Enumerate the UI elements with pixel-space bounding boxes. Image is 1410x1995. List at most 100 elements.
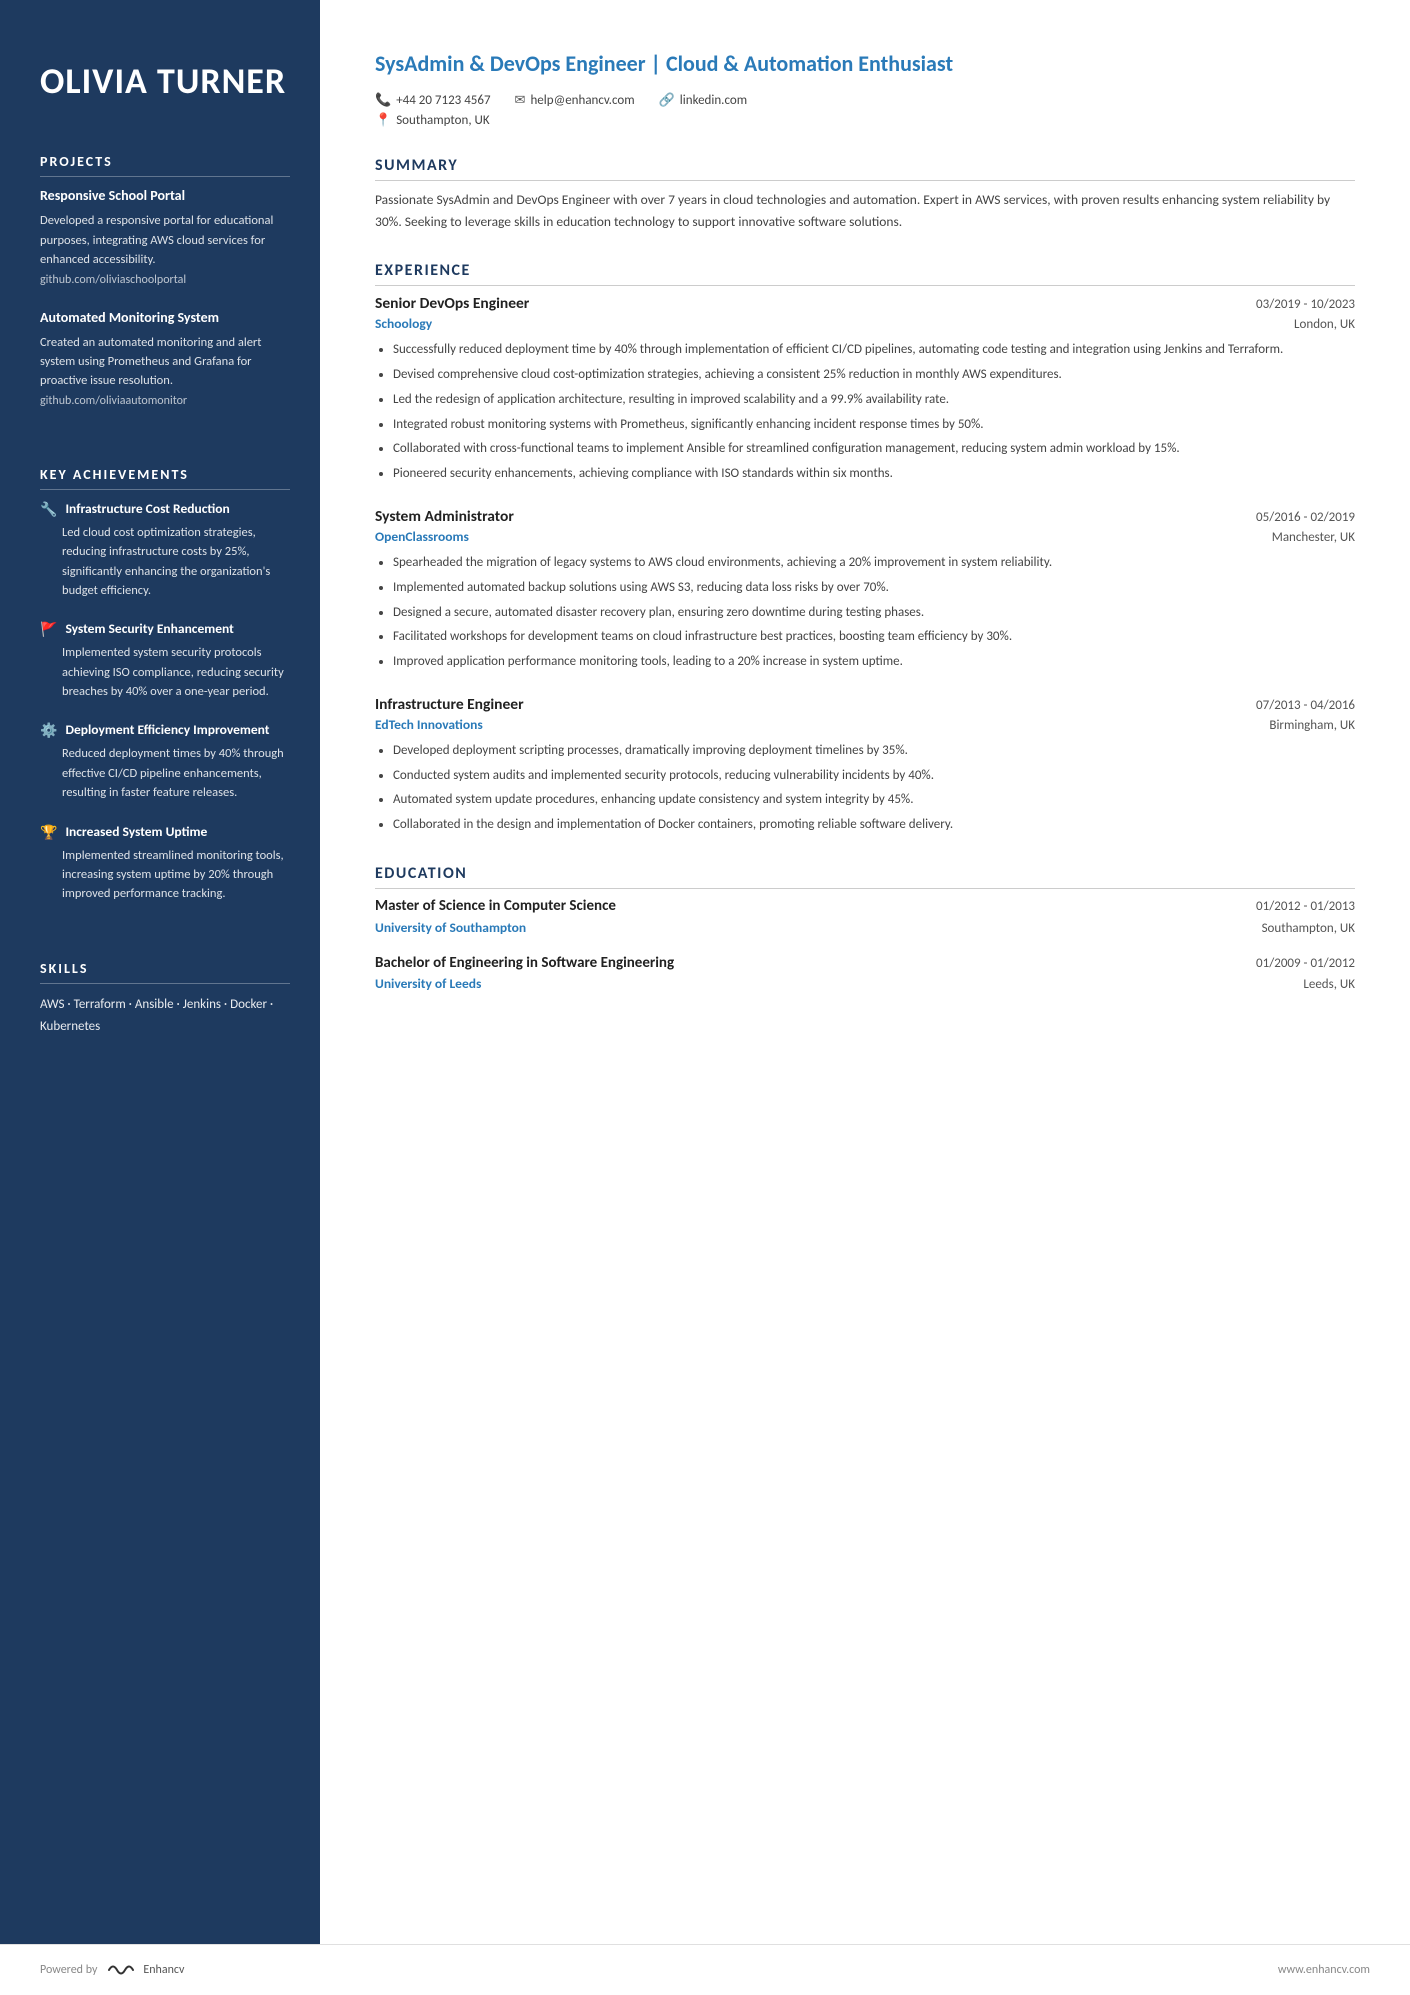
exp-role-2: System Administrator — [375, 507, 514, 526]
edu-dates-2: 01/2009 - 01/2012 — [1256, 956, 1355, 971]
project-link-2: github.com/oliviaautomonitor — [40, 394, 290, 408]
exp-role-1: Senior DevOps Engineer — [375, 294, 529, 313]
achievement-item-2: 🚩 System Security Enhancement Implemente… — [40, 620, 290, 701]
exp-location-1: London, UK — [1294, 317, 1355, 332]
skills-title: SKILLS — [40, 960, 290, 984]
bullet: Devised comprehensive cloud cost-optimiz… — [393, 365, 1355, 386]
achievement-item-4: 🏆 Increased System Uptime Implemented st… — [40, 823, 290, 904]
exp-location-3: Birmingham, UK — [1269, 718, 1355, 733]
education-title: EDUCATION — [375, 864, 1355, 889]
main-content: SysAdmin & DevOps Engineer | Cloud & Aut… — [320, 0, 1410, 1944]
experience-section: EXPERIENCE Senior DevOps Engineer 03/201… — [375, 261, 1355, 836]
phone-icon: 📞 — [375, 93, 391, 108]
exp-location-2: Manchester, UK — [1272, 530, 1355, 545]
job-title: SysAdmin & DevOps Engineer | Cloud & Aut… — [375, 50, 1355, 79]
achievement-item-1: 🔧 Infrastructure Cost Reduction Led clou… — [40, 500, 290, 601]
exp-company-2: OpenClassrooms — [375, 528, 469, 545]
project-link-1: github.com/oliviaschoolportal — [40, 273, 290, 287]
bullet: Implemented automated backup solutions u… — [393, 578, 1355, 599]
exp-role-3: Infrastructure Engineer — [375, 695, 524, 714]
sidebar: OLIVIA TURNER PROJECTS Responsive School… — [0, 0, 320, 1944]
edu-school-2: University of Leeds — [375, 975, 481, 992]
project-desc-2: Created an automated monitoring and aler… — [40, 333, 290, 391]
bullet: Developed deployment scripting processes… — [393, 741, 1355, 762]
footer-website: www.enhancv.com — [1278, 1963, 1370, 1977]
flag-icon: 🚩 — [40, 621, 57, 638]
bullet: Pioneered security enhancements, achievi… — [393, 464, 1355, 485]
exp-item-1: Senior DevOps Engineer 03/2019 - 10/2023… — [375, 294, 1355, 485]
phone-contact: 📞 +44 20 7123 4567 — [375, 93, 491, 108]
achievement-title-2: System Security Enhancement — [65, 620, 233, 638]
achievements-section: KEY ACHIEVEMENTS 🔧 Infrastructure Cost R… — [40, 466, 290, 924]
bullet: Integrated robust monitoring systems wit… — [393, 415, 1355, 436]
exp-item-2: System Administrator 05/2016 - 02/2019 O… — [375, 507, 1355, 673]
candidate-name: OLIVIA TURNER — [40, 60, 290, 103]
contact-row: 📞 +44 20 7123 4567 ✉ help@enhancv.com 🔗 … — [375, 93, 1355, 108]
location-text: Southampton, UK — [396, 113, 489, 128]
projects-title: PROJECTS — [40, 153, 290, 177]
location-row: 📍 Southampton, UK — [375, 113, 1355, 128]
bullet: Collaborated with cross-functional teams… — [393, 439, 1355, 460]
bullet: Successfully reduced deployment time by … — [393, 340, 1355, 361]
edu-dates-1: 01/2012 - 01/2013 — [1256, 899, 1355, 914]
bullet: Facilitated workshops for development te… — [393, 627, 1355, 648]
exp-bullets-1: Successfully reduced deployment time by … — [375, 340, 1355, 485]
summary-title: SUMMARY — [375, 156, 1355, 181]
bullet: Improved application performance monitor… — [393, 652, 1355, 673]
achievement-title-3: Deployment Efficiency Improvement — [65, 721, 269, 739]
edu-location-2: Leeds, UK — [1303, 977, 1355, 992]
exp-dates-3: 07/2013 - 04/2016 — [1256, 698, 1355, 713]
edu-location-1: Southampton, UK — [1262, 921, 1355, 936]
phone-text: +44 20 7123 4567 — [396, 93, 490, 108]
exp-item-3: Infrastructure Engineer 07/2013 - 04/201… — [375, 695, 1355, 836]
summary-section: SUMMARY Passionate SysAdmin and DevOps E… — [375, 156, 1355, 234]
email-contact: ✉ help@enhancv.com — [515, 93, 635, 108]
edu-item-1: Master of Science in Computer Science 01… — [375, 897, 1355, 936]
main-header: SysAdmin & DevOps Engineer | Cloud & Aut… — [375, 50, 1355, 128]
project-desc-1: Developed a responsive portal for educat… — [40, 211, 290, 269]
email-icon: ✉ — [515, 93, 526, 108]
bullet: Collaborated in the design and implement… — [393, 815, 1355, 836]
education-section: EDUCATION Master of Science in Computer … — [375, 864, 1355, 992]
project-title-1: Responsive School Portal — [40, 187, 290, 205]
project-item-1: Responsive School Portal Developed a res… — [40, 187, 290, 286]
skills-section: SKILLS AWS · Terraform · Ansible · Jenki… — [40, 960, 290, 1038]
email-text: help@enhancv.com — [530, 93, 634, 108]
project-title-2: Automated Monitoring System — [40, 309, 290, 327]
exp-bullets-3: Developed deployment scripting processes… — [375, 741, 1355, 836]
gear-icon: ⚙️ — [40, 722, 57, 739]
exp-dates-2: 05/2016 - 02/2019 — [1256, 510, 1355, 525]
edu-item-2: Bachelor of Engineering in Software Engi… — [375, 954, 1355, 993]
footer-left: Powered by Enhancv — [40, 1961, 184, 1979]
logo-svg — [105, 1961, 137, 1979]
achievements-title: KEY ACHIEVEMENTS — [40, 466, 290, 490]
powered-by-text: Powered by — [40, 1963, 97, 1977]
location-icon: 📍 — [375, 113, 391, 128]
exp-dates-1: 03/2019 - 10/2023 — [1256, 297, 1355, 312]
edu-degree-1: Master of Science in Computer Science — [375, 897, 616, 917]
location-contact: 📍 Southampton, UK — [375, 113, 490, 128]
achievement-item-3: ⚙️ Deployment Efficiency Improvement Red… — [40, 721, 290, 802]
summary-text: Passionate SysAdmin and DevOps Engineer … — [375, 189, 1355, 234]
brand-name: Enhancv — [143, 1963, 184, 1977]
skills-list: AWS · Terraform · Ansible · Jenkins · Do… — [40, 994, 290, 1038]
achievement-desc-1: Led cloud cost optimization strategies, … — [40, 523, 290, 601]
edu-degree-2: Bachelor of Engineering in Software Engi… — [375, 954, 674, 974]
footer: Powered by Enhancv www.enhancv.com — [0, 1944, 1410, 1995]
achievement-desc-4: Implemented streamlined monitoring tools… — [40, 846, 290, 904]
bullet: Conducted system audits and implemented … — [393, 766, 1355, 787]
bullet: Designed a secure, automated disaster re… — [393, 603, 1355, 624]
trophy-icon: 🏆 — [40, 824, 57, 841]
linkedin-contact: 🔗 linkedin.com — [659, 93, 748, 108]
exp-company-1: Schoology — [375, 315, 432, 332]
achievement-desc-2: Implemented system security protocols ac… — [40, 643, 290, 701]
bullet: Led the redesign of application architec… — [393, 390, 1355, 411]
bullet: Automated system update procedures, enha… — [393, 790, 1355, 811]
achievement-desc-3: Reduced deployment times by 40% through … — [40, 744, 290, 802]
wrench-icon: 🔧 — [40, 501, 57, 518]
bullet: Spearheaded the migration of legacy syst… — [393, 553, 1355, 574]
exp-company-3: EdTech Innovations — [375, 716, 483, 733]
exp-bullets-2: Spearheaded the migration of legacy syst… — [375, 553, 1355, 673]
linkedin-text: linkedin.com — [680, 93, 747, 108]
enhancv-logo: Enhancv — [105, 1961, 184, 1979]
